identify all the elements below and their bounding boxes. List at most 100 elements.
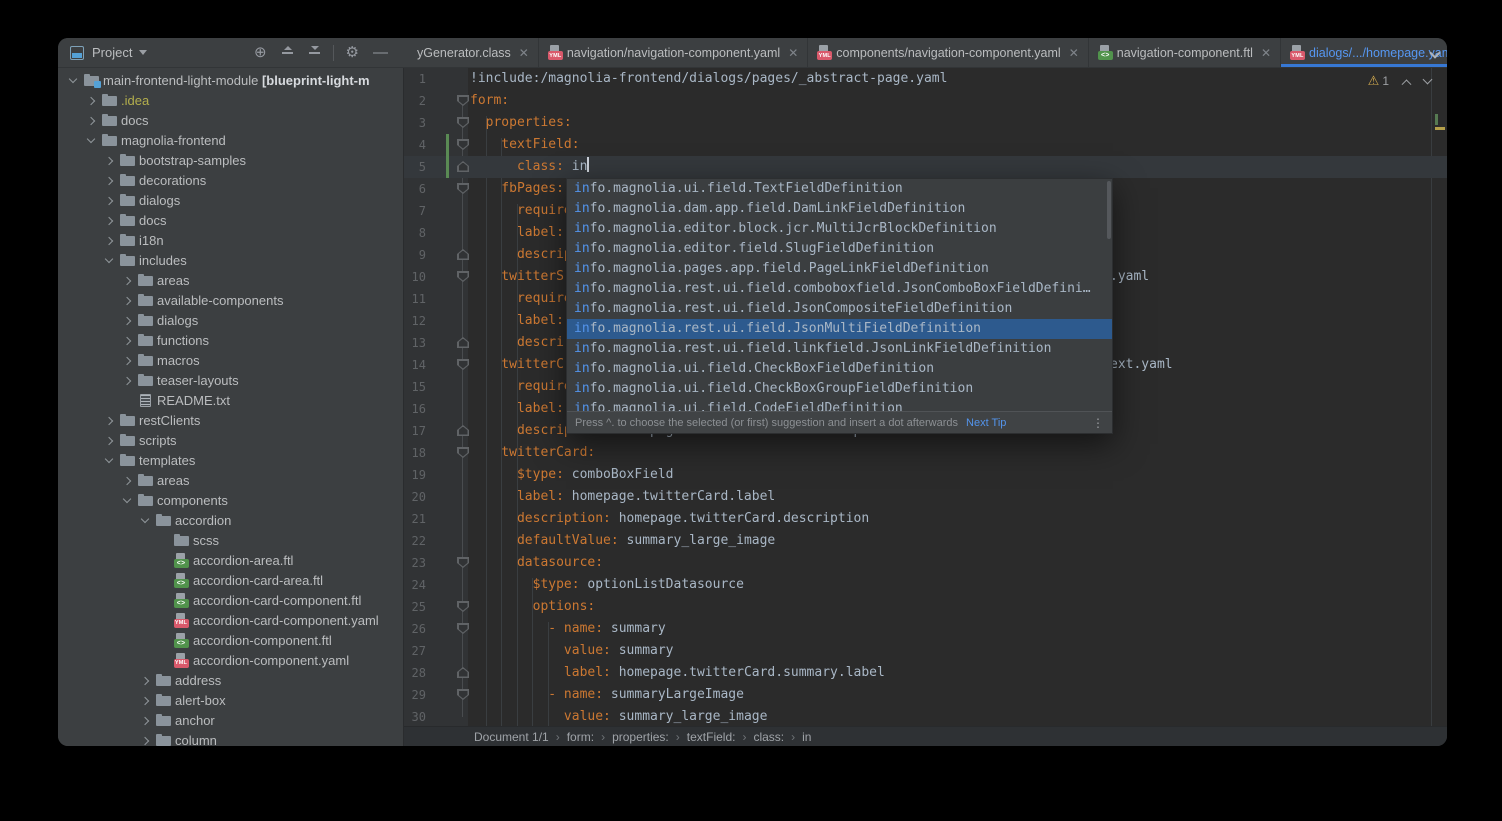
breadcrumb-in[interactable]: in bbox=[802, 730, 811, 744]
tree-item-magnolia-frontend[interactable]: magnolia-frontend bbox=[58, 130, 403, 150]
tree-item-address[interactable]: address bbox=[58, 670, 403, 690]
chevron-collapsed-icon[interactable] bbox=[122, 376, 130, 384]
tab-dialogs-homepage-yaml[interactable]: YMLdialogs/.../homepage.yaml✕ bbox=[1281, 38, 1447, 67]
popup-scrollbar[interactable] bbox=[1107, 181, 1111, 239]
chevron-collapsed-icon[interactable] bbox=[140, 696, 148, 704]
tree-item-main-frontend-light-module[interactable]: main-frontend-light-module [blueprint-li… bbox=[58, 70, 403, 90]
tree-item-includes[interactable]: includes bbox=[58, 250, 403, 270]
fold-region-start-icon[interactable] bbox=[457, 447, 469, 458]
tree-item-available-components[interactable]: available-components bbox=[58, 290, 403, 310]
code-line-19[interactable]: 19 $type: comboBoxField bbox=[404, 464, 1447, 486]
chevron-collapsed-icon[interactable] bbox=[122, 356, 130, 364]
completion-item-5[interactable]: info.magnolia.rest.ui.field.comboboxfiel… bbox=[567, 279, 1112, 299]
fold-region-end-icon[interactable] bbox=[457, 337, 469, 348]
tab-navigation-component-ftl[interactable]: <>navigation-component.ftl✕ bbox=[1089, 38, 1281, 67]
chevron-collapsed-icon[interactable] bbox=[104, 216, 112, 224]
tree-item-restclients[interactable]: restClients bbox=[58, 410, 403, 430]
code-line-25[interactable]: 25 options: bbox=[404, 596, 1447, 618]
breadcrumb-class-[interactable]: class: bbox=[753, 730, 784, 744]
tree-item-anchor[interactable]: anchor bbox=[58, 710, 403, 730]
code-line-28[interactable]: 28 label: homepage.twitterCard.summary.l… bbox=[404, 662, 1447, 684]
completion-item-1[interactable]: info.magnolia.dam.app.field.DamLinkField… bbox=[567, 199, 1112, 219]
chevron-collapsed-icon[interactable] bbox=[122, 336, 130, 344]
completion-item-3[interactable]: info.magnolia.editor.field.SlugFieldDefi… bbox=[567, 239, 1112, 259]
chevron-collapsed-icon[interactable] bbox=[104, 436, 112, 444]
chevron-collapsed-icon[interactable] bbox=[104, 196, 112, 204]
code-line-18[interactable]: 18 twitterCard: bbox=[404, 442, 1447, 464]
completion-item-6[interactable]: info.magnolia.rest.ui.field.JsonComposit… bbox=[567, 299, 1112, 319]
tree-item-readme-txt[interactable]: README.txt bbox=[58, 390, 403, 410]
prev-problem-icon[interactable] bbox=[1402, 79, 1412, 89]
tab-components-navigation-component-yaml[interactable]: YMLcomponents/navigation-component.yaml✕ bbox=[808, 38, 1089, 67]
tree-item-templates[interactable]: templates bbox=[58, 450, 403, 470]
breadcrumb-properties-[interactable]: properties: bbox=[612, 730, 669, 744]
tree-item-accordion-component-ftl[interactable]: <>accordion-component.ftl bbox=[58, 630, 403, 650]
tab-navigation-navigation-component-yaml[interactable]: YMLnavigation/navigation-component.yaml✕ bbox=[539, 38, 808, 67]
code-line-3[interactable]: 3 properties: bbox=[404, 112, 1447, 134]
tree-item-areas[interactable]: areas bbox=[58, 470, 403, 490]
inspection-widget[interactable]: ⚠ 1 bbox=[1368, 73, 1431, 89]
completion-item-9[interactable]: info.magnolia.ui.field.CheckBoxFieldDefi… bbox=[567, 359, 1112, 379]
code-line-26[interactable]: 26 - name: summary bbox=[404, 618, 1447, 640]
collapse-all-icon[interactable] bbox=[308, 46, 321, 59]
close-icon[interactable]: ✕ bbox=[1069, 46, 1079, 60]
tree-item-i18n[interactable]: i18n bbox=[58, 230, 403, 250]
close-icon[interactable]: ✕ bbox=[788, 46, 798, 60]
tab-overflow-chevron-icon[interactable] bbox=[1431, 49, 1439, 57]
code-line-20[interactable]: 20 label: homepage.twitterCard.label bbox=[404, 486, 1447, 508]
fold-region-start-icon[interactable] bbox=[457, 117, 469, 128]
chevron-collapsed-icon[interactable] bbox=[86, 116, 94, 124]
close-icon[interactable]: ✕ bbox=[519, 46, 529, 60]
breadcrumb-form-[interactable]: form: bbox=[567, 730, 594, 744]
chevron-expanded-icon[interactable] bbox=[86, 135, 94, 143]
chevron-expanded-icon[interactable] bbox=[104, 455, 112, 463]
tree-item-scripts[interactable]: scripts bbox=[58, 430, 403, 450]
fold-region-start-icon[interactable] bbox=[457, 183, 469, 194]
chevron-collapsed-icon[interactable] bbox=[104, 236, 112, 244]
code-line-4[interactable]: 4 textField: bbox=[404, 134, 1447, 156]
tree-item-dialogs[interactable]: dialogs bbox=[58, 190, 403, 210]
expand-all-icon[interactable] bbox=[281, 46, 294, 59]
tree-item-accordion[interactable]: accordion bbox=[58, 510, 403, 530]
tab-ygenerator-class[interactable]: yGenerator.class✕ bbox=[404, 38, 539, 67]
completion-item-2[interactable]: info.magnolia.editor.block.jcr.MultiJcrB… bbox=[567, 219, 1112, 239]
tree-item-accordion-area-ftl[interactable]: <>accordion-area.ftl bbox=[58, 550, 403, 570]
chevron-collapsed-icon[interactable] bbox=[104, 176, 112, 184]
chevron-collapsed-icon[interactable] bbox=[104, 416, 112, 424]
tree-item-decorations[interactable]: decorations bbox=[58, 170, 403, 190]
chevron-collapsed-icon[interactable] bbox=[86, 96, 94, 104]
completion-item-11[interactable]: info.magnolia.ui.field.CodeFieldDefiniti… bbox=[567, 399, 1112, 411]
fold-region-end-icon[interactable] bbox=[457, 161, 469, 172]
completion-item-4[interactable]: info.magnolia.pages.app.field.PageLinkFi… bbox=[567, 259, 1112, 279]
code-line-1[interactable]: 1!include:/magnolia-frontend/dialogs/pag… bbox=[404, 68, 1447, 90]
completion-item-7[interactable]: info.magnolia.rest.ui.field.JsonMultiFie… bbox=[567, 319, 1112, 339]
chevron-down-icon[interactable] bbox=[139, 50, 147, 55]
fold-region-start-icon[interactable] bbox=[457, 689, 469, 700]
fold-region-start-icon[interactable] bbox=[457, 271, 469, 282]
tree-item--idea[interactable]: .idea bbox=[58, 90, 403, 110]
fold-region-start-icon[interactable] bbox=[457, 623, 469, 634]
tree-item-accordion-card-component-yaml[interactable]: YMLaccordion-card-component.yaml bbox=[58, 610, 403, 630]
editor-viewport[interactable]: 1!include:/magnolia-frontend/dialogs/pag… bbox=[404, 68, 1447, 726]
chevron-collapsed-icon[interactable] bbox=[122, 296, 130, 304]
tree-item-dialogs[interactable]: dialogs bbox=[58, 310, 403, 330]
fold-region-start-icon[interactable] bbox=[457, 601, 469, 612]
tree-item-functions[interactable]: functions bbox=[58, 330, 403, 350]
tree-item-alert-box[interactable]: alert-box bbox=[58, 690, 403, 710]
tree-item-macros[interactable]: macros bbox=[58, 350, 403, 370]
code-line-27[interactable]: 27 value: summary bbox=[404, 640, 1447, 662]
fold-region-start-icon[interactable] bbox=[457, 95, 469, 106]
tree-item-accordion-card-area-ftl[interactable]: <>accordion-card-area.ftl bbox=[58, 570, 403, 590]
breadcrumb-textfield-[interactable]: textField: bbox=[687, 730, 736, 744]
chevron-expanded-icon[interactable] bbox=[68, 75, 76, 83]
fold-region-start-icon[interactable] bbox=[457, 557, 469, 568]
chevron-collapsed-icon[interactable] bbox=[122, 276, 130, 284]
tree-item-scss[interactable]: scss bbox=[58, 530, 403, 550]
chevron-collapsed-icon[interactable] bbox=[140, 736, 148, 744]
chevron-expanded-icon[interactable] bbox=[104, 255, 112, 263]
code-line-23[interactable]: 23 datasource: bbox=[404, 552, 1447, 574]
fold-region-start-icon[interactable] bbox=[457, 139, 469, 150]
settings-icon[interactable]: ⚙ bbox=[346, 45, 359, 60]
next-tip-link[interactable]: Next Tip bbox=[966, 417, 1006, 429]
hide-panel-icon[interactable]: — bbox=[373, 44, 388, 61]
